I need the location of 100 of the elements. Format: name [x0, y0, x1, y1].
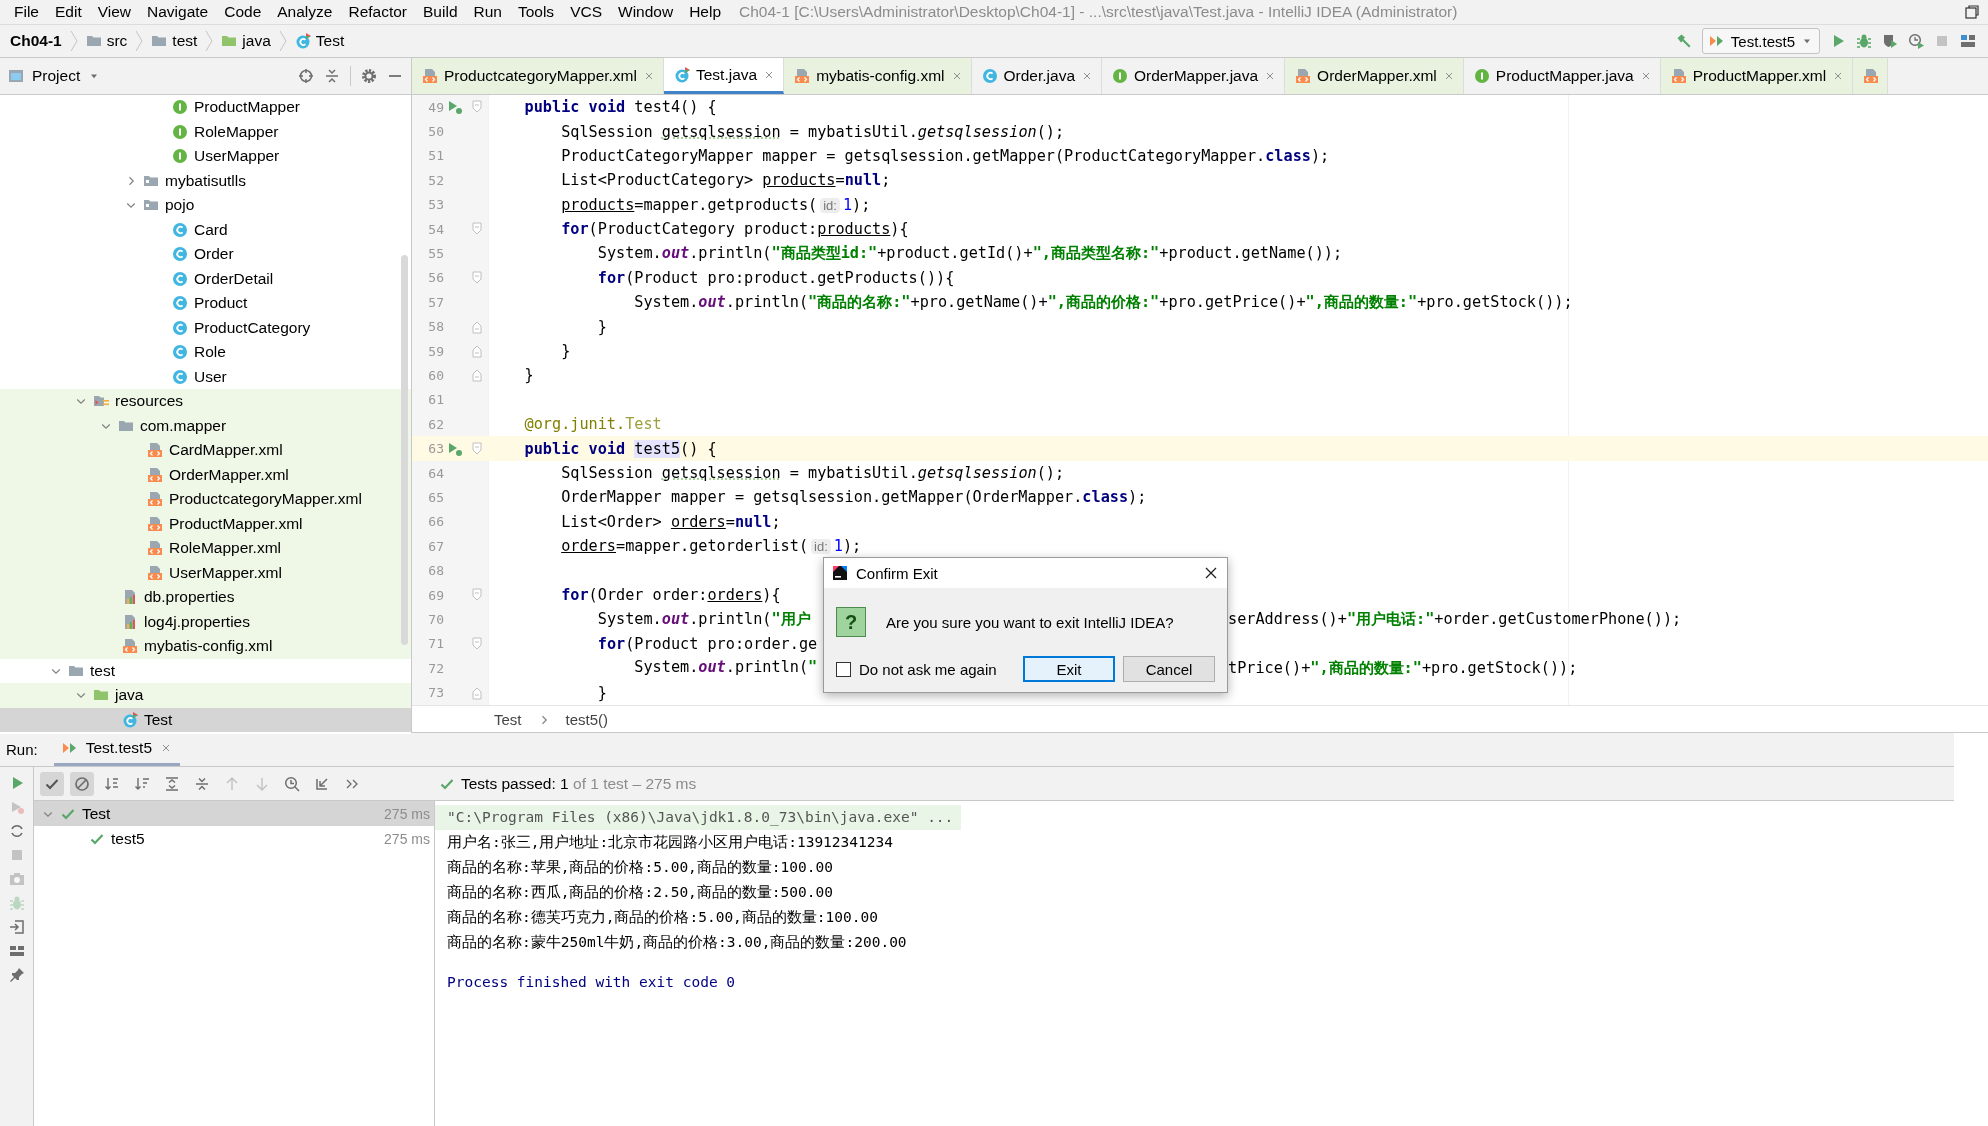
menu-item[interactable]: Refactor — [340, 3, 416, 21]
editor-tab[interactable]: ProductcategoryMapper.xml — [412, 58, 664, 94]
run-gutter-icon[interactable] — [447, 440, 463, 457]
tree-item[interactable]: ProductCategory — [0, 315, 411, 340]
tree-item[interactable]: com.mapper — [0, 413, 411, 438]
fold-marker-icon[interactable] — [469, 587, 485, 603]
tree-item[interactable]: User — [0, 364, 411, 389]
dialog-button[interactable]: Cancel — [1123, 656, 1215, 682]
tree-item[interactable]: resources — [0, 389, 411, 414]
tree-item[interactable]: UserMapper.xml — [0, 560, 411, 585]
fold-marker-icon[interactable] — [469, 343, 485, 360]
menu-item[interactable]: Analyze — [269, 3, 341, 21]
breadcrumb[interactable]: Test — [290, 32, 349, 50]
tree-item[interactable]: log4j.properties — [0, 609, 411, 634]
hammer-icon[interactable] — [1675, 33, 1692, 49]
tree-item[interactable]: pojo — [0, 193, 411, 218]
locate-icon[interactable] — [298, 68, 314, 84]
tree-item[interactable]: Card — [0, 217, 411, 242]
tree-item[interactable]: mybatis-config.xml — [0, 634, 411, 659]
expand-all-icon[interactable] — [164, 775, 180, 792]
pin-icon[interactable] — [8, 967, 25, 983]
menu-item[interactable]: Run — [465, 3, 510, 21]
menu-item[interactable]: Build — [415, 3, 466, 21]
window-restore-icon[interactable] — [1964, 4, 1980, 20]
auto-test-icon[interactable] — [8, 823, 25, 839]
collapse-icon[interactable] — [324, 68, 340, 84]
run-configuration-dropdown[interactable]: Test.test5 — [1701, 28, 1820, 54]
toggle-button[interactable] — [70, 771, 94, 796]
tree-item[interactable]: CardMapper.xml — [0, 438, 411, 463]
tree-item[interactable]: Order — [0, 242, 411, 267]
fold-marker-icon[interactable] — [469, 635, 485, 652]
editor-tab[interactable]: Order.java — [971, 58, 1102, 94]
test-item[interactable]: test5 275 ms — [34, 826, 434, 851]
run-gutter-icon[interactable] — [447, 99, 463, 116]
coverage-icon[interactable] — [1882, 33, 1898, 49]
checkbox[interactable] — [836, 661, 851, 677]
exit-icon[interactable] — [8, 919, 25, 935]
line-number: 57 — [427, 294, 444, 310]
line-number: 67 — [427, 538, 444, 554]
tree-item[interactable]: test — [0, 658, 411, 683]
code-line: SqlSession getsqlsession = mybatisUtil.getsqlsession(); — [560, 464, 1065, 483]
sort-icon[interactable] — [104, 775, 120, 792]
checkbox-label[interactable]: Do not ask me again — [859, 660, 1015, 678]
project-structure-icon[interactable] — [1960, 33, 1976, 49]
menu-item[interactable]: Edit — [47, 3, 90, 21]
editor-tab[interactable] — [1853, 58, 1889, 94]
test-item[interactable]: Test 275 ms — [34, 801, 434, 826]
settings-icon[interactable] — [361, 68, 377, 84]
tree-item[interactable]: RoleMapper.xml — [0, 536, 411, 561]
menu-item[interactable]: Code — [216, 3, 270, 21]
layout-icon[interactable] — [8, 943, 25, 959]
xml-file-icon — [147, 442, 163, 459]
menu-item[interactable]: Window — [610, 3, 682, 21]
tree-item[interactable]: java — [0, 683, 411, 708]
breadcrumb[interactable]: test5() — [559, 711, 615, 729]
tree-item[interactable]: OrderMapper.xml — [0, 462, 411, 487]
line-number: 70 — [427, 611, 444, 627]
menu-item[interactable]: View — [89, 3, 140, 21]
tree-item[interactable]: Product — [0, 291, 411, 316]
tree-item[interactable]: ProductMapper — [0, 95, 411, 120]
menu-item[interactable]: Tools — [509, 3, 563, 21]
project-view-icon — [8, 68, 24, 84]
export-icon[interactable] — [314, 775, 330, 792]
breadcrumb[interactable]: java — [217, 32, 275, 50]
menu-item[interactable]: Navigate — [139, 3, 217, 21]
breadcrumb[interactable]: Ch04-1 — [6, 32, 66, 50]
menu-item[interactable]: File — [6, 3, 47, 21]
tree-item[interactable]: ProductMapper.xml — [0, 511, 411, 536]
fold-marker-icon[interactable] — [469, 269, 485, 286]
editor-tab[interactable]: Test.java — [664, 58, 785, 94]
fold-marker-icon[interactable] — [469, 367, 485, 384]
tree-item[interactable]: RoleMapper — [0, 119, 411, 144]
editor-tab[interactable]: ProductMapper.xml — [1660, 58, 1854, 94]
toggle-button[interactable] — [40, 771, 64, 796]
tree-item[interactable]: ProductcategoryMapper.xml — [0, 487, 411, 512]
breadcrumb[interactable]: Test — [488, 711, 528, 729]
dialog-button[interactable]: Exit — [1023, 656, 1115, 682]
menu-item[interactable]: VCS — [562, 3, 610, 21]
tree-item[interactable]: UserMapper — [0, 144, 411, 169]
breadcrumb[interactable]: src — [81, 32, 132, 50]
history-icon[interactable] — [284, 775, 300, 792]
editor-tab[interactable]: ProductMapper.java — [1463, 58, 1661, 94]
tree-item[interactable]: Role — [0, 340, 411, 365]
profiler-icon[interactable] — [1908, 33, 1924, 49]
scrollbar-thumb[interactable] — [401, 255, 408, 645]
bug-icon[interactable] — [1856, 33, 1872, 49]
tree-item[interactable]: OrderDetail — [0, 266, 411, 291]
close-icon[interactable] — [1203, 565, 1219, 581]
code-line: for(ProductCategory product:products){ — [560, 220, 909, 239]
editor-tab[interactable]: mybatis-config.xml — [784, 58, 972, 94]
tree-item[interactable]: mybatisutlls — [0, 168, 411, 193]
collapse-all-icon[interactable] — [194, 775, 210, 792]
sort-icon[interactable] — [134, 775, 150, 792]
editor-tab[interactable]: OrderMapper.xml — [1285, 58, 1464, 94]
fold-marker-icon[interactable] — [469, 440, 485, 457]
breadcrumb[interactable]: test — [147, 32, 202, 50]
view-selector[interactable]: Project — [8, 67, 288, 85]
menu-item[interactable]: Help — [681, 3, 730, 21]
tree-item[interactable]: db.properties — [0, 585, 411, 610]
tree-item[interactable]: Test — [0, 707, 411, 732]
